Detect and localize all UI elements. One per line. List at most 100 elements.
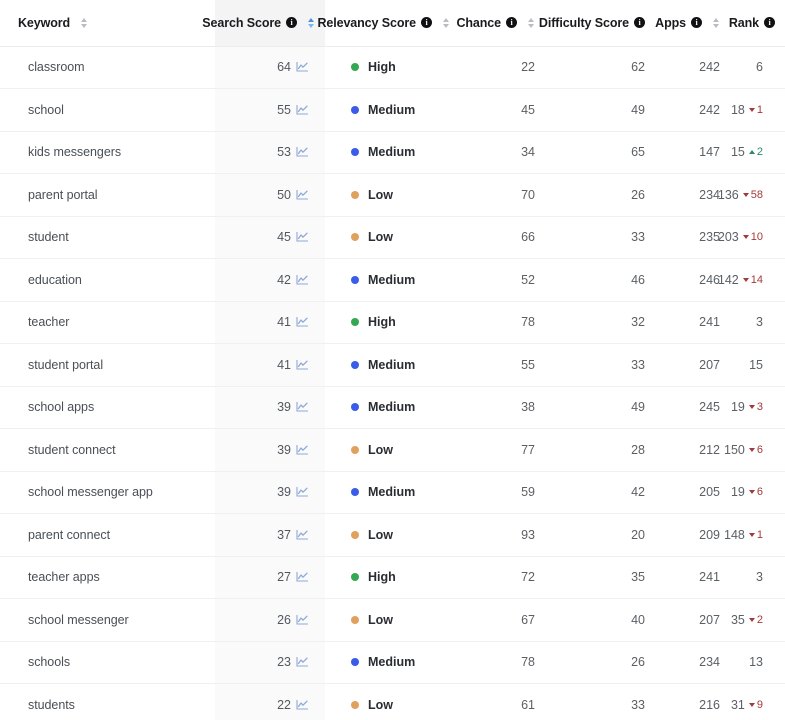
table-row[interactable]: students 22 Low 61 33 216 31 9 (0, 683, 785, 720)
cell-keyword[interactable]: parent portal (0, 173, 215, 216)
sparkline-icon[interactable] (296, 614, 309, 626)
cell-difficulty-score: 33 (545, 343, 655, 386)
sparkline-icon[interactable] (296, 359, 309, 371)
search-score-value: 22 (277, 698, 291, 712)
sparkline-icon[interactable] (296, 189, 309, 201)
sparkline-icon[interactable] (296, 486, 309, 498)
search-score-value: 39 (277, 485, 291, 500)
cell-keyword[interactable]: student (0, 215, 215, 259)
cell-keyword[interactable]: education (0, 258, 215, 301)
cell-keyword[interactable]: kids messengers (0, 130, 215, 174)
cell-difficulty-score: 62 (545, 46, 655, 89)
sparkline-icon[interactable] (296, 656, 309, 668)
cell-search-score: 23 (215, 640, 325, 684)
table-row[interactable]: classroom 64 High 22 62 242 6 (0, 46, 785, 89)
sparkline-icon[interactable] (296, 104, 309, 116)
rank-value: 19 (730, 485, 745, 500)
cell-keyword[interactable]: school apps (0, 385, 215, 429)
search-score-value: 39 (277, 442, 291, 457)
cell-keyword[interactable]: student portal (0, 343, 215, 386)
cell-keyword[interactable]: teacher apps (0, 555, 215, 599)
sort-arrows-icon-keyword[interactable] (79, 17, 88, 28)
table-row[interactable]: kids messengers 53 Medium 34 65 147 15 2 (0, 130, 785, 174)
table-row[interactable]: teacher 41 High 78 32 241 3 (0, 300, 785, 344)
relevancy-label: Medium (368, 145, 416, 160)
sparkline-icon[interactable] (296, 316, 309, 328)
cell-keyword[interactable]: students (0, 683, 215, 720)
info-icon-rank[interactable]: i (764, 17, 775, 29)
relevancy-label: Medium (368, 485, 416, 500)
rank-value: 142 (717, 272, 739, 287)
cell-search-score: 26 (215, 598, 325, 641)
cell-keyword[interactable]: school messenger app (0, 470, 215, 514)
table-row[interactable]: school messenger app 39 Medium 59 42 205 19 6 (0, 470, 785, 514)
cell-rank: 35 2 (730, 598, 785, 641)
info-icon-apps[interactable]: i (691, 17, 702, 29)
table-row[interactable]: student portal 41 Medium 55 33 207 15 (0, 343, 785, 386)
column-header-search-score[interactable]: Search Score i (202, 0, 325, 47)
sparkline-icon[interactable] (296, 274, 309, 286)
sort-arrows-icon-search-score[interactable] (306, 17, 315, 28)
table-row[interactable]: student 45 Low 66 33 235 203 10 (0, 215, 785, 259)
sparkline-icon[interactable] (296, 61, 309, 73)
cell-keyword[interactable]: schools (0, 640, 215, 684)
cell-relevancy-score: High (325, 555, 460, 599)
cell-keyword[interactable]: parent connect (0, 513, 215, 556)
cell-rank: 19 6 (730, 470, 785, 514)
table-row[interactable]: teacher apps 27 High 72 35 241 3 (0, 555, 785, 599)
sparkline-icon[interactable] (296, 571, 309, 583)
rank-value: 3 (756, 570, 763, 585)
rank-value: 203 (717, 230, 739, 245)
table-row[interactable]: student connect 39 Low 77 28 212 150 6 (0, 428, 785, 471)
sort-arrows-icon-apps[interactable] (711, 17, 720, 28)
column-header-rank[interactable]: Rank i (729, 0, 785, 47)
table-row[interactable]: school 55 Medium 45 49 242 18 1 (0, 88, 785, 131)
cell-apps: 207 (655, 343, 730, 386)
cell-rank: 136 58 (718, 173, 785, 216)
info-icon-search-score[interactable]: i (286, 17, 297, 29)
table-row[interactable]: schools 23 Medium 78 26 234 13 (0, 640, 785, 684)
cell-search-score: 64 (215, 46, 325, 89)
cell-keyword[interactable]: school (0, 88, 215, 131)
search-score-value: 50 (277, 187, 291, 202)
cell-chance: 78 (460, 300, 545, 344)
search-score-value: 64 (277, 60, 291, 75)
cell-relevancy-score: Medium (325, 88, 460, 131)
cell-search-score: 41 (215, 343, 325, 386)
info-icon-relevancy-score[interactable]: i (421, 17, 432, 29)
column-header-difficulty-score[interactable]: Difficulty Score i (539, 0, 655, 47)
table-row[interactable]: parent connect 37 Low 93 20 209 148 1 (0, 513, 785, 556)
sparkline-icon[interactable] (296, 401, 309, 413)
info-icon-chance[interactable]: i (506, 17, 517, 29)
cell-keyword[interactable]: school messenger (0, 598, 215, 641)
cell-keyword[interactable]: classroom (0, 46, 215, 89)
arrow-down-icon (748, 532, 755, 537)
sparkline-icon[interactable] (296, 231, 309, 243)
table-row[interactable]: school messenger 26 Low 67 40 207 35 2 (0, 598, 785, 641)
table-row[interactable]: school apps 39 Medium 38 49 245 19 3 (0, 385, 785, 429)
sort-arrows-icon-relevancy-score[interactable] (441, 17, 450, 28)
column-header-relevancy-score[interactable]: Relevancy Score i (317, 0, 460, 47)
sparkline-icon[interactable] (296, 699, 309, 711)
sort-arrows-icon-chance[interactable] (526, 17, 535, 28)
sparkline-icon[interactable] (296, 529, 309, 541)
relevancy-label: Medium (368, 400, 416, 415)
table-row[interactable]: parent portal 50 Low 70 26 234 136 58 (0, 173, 785, 216)
rank-delta: 14 (742, 274, 763, 286)
sparkline-icon[interactable] (296, 444, 309, 456)
rank-delta: 1 (748, 104, 763, 116)
cell-rank: 18 1 (730, 88, 785, 131)
column-header-apps[interactable]: Apps i (655, 0, 730, 47)
cell-difficulty-score: 33 (545, 683, 655, 720)
cell-apps: 147 (655, 130, 730, 174)
cell-keyword[interactable]: teacher (0, 300, 215, 344)
cell-keyword[interactable]: student connect (0, 428, 215, 471)
info-icon-difficulty-score[interactable]: i (634, 17, 645, 29)
rank-delta: 2 (748, 614, 763, 626)
column-header-chance[interactable]: Chance i (456, 0, 545, 47)
column-header-keyword[interactable]: Keyword (0, 0, 215, 47)
search-score-value: 37 (277, 527, 291, 542)
sparkline-icon[interactable] (296, 146, 309, 158)
table-row[interactable]: education 42 Medium 52 46 246 142 14 (0, 258, 785, 301)
relevancy-label: Medium (368, 655, 416, 670)
